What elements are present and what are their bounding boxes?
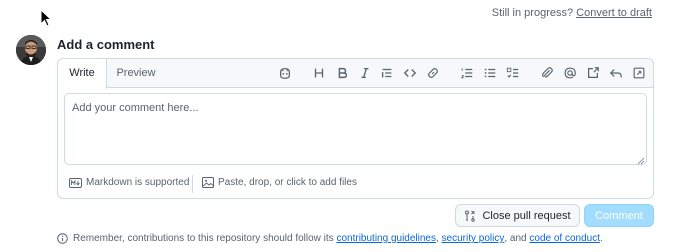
comment-box: Write Preview Add your comment here... M… <box>57 58 654 199</box>
italic-icon[interactable] <box>357 65 373 81</box>
close-pull-request-label: Close pull request <box>482 209 571 222</box>
attach-icon[interactable] <box>539 65 555 81</box>
notice-sep-1: , <box>435 233 439 244</box>
convert-to-draft-link[interactable]: Convert to draft <box>576 7 652 19</box>
close-pull-request-button[interactable]: Close pull request <box>455 204 580 227</box>
comment-button[interactable]: Comment <box>584 204 654 227</box>
quote-icon[interactable] <box>379 65 395 81</box>
markdown-note-text: Markdown is supported <box>86 177 190 188</box>
numbered-list-icon[interactable] <box>459 65 475 81</box>
markdown-note[interactable]: Markdown is supported <box>69 177 189 188</box>
footer-divider <box>192 175 193 193</box>
draft-prompt: Still in progress? Convert to draft <box>492 7 652 19</box>
contributing-guidelines-link[interactable]: contributing guidelines <box>336 233 436 244</box>
mention-icon[interactable] <box>562 65 578 81</box>
info-icon <box>57 233 68 244</box>
image-icon <box>202 177 214 188</box>
resize-grip-icon[interactable] <box>637 157 645 165</box>
attach-files-note[interactable]: Paste, drop, or click to add files <box>202 177 357 188</box>
comment-heading: Add a comment <box>57 37 155 52</box>
notice-end: . <box>600 233 603 244</box>
comment-textarea[interactable] <box>64 93 647 165</box>
avatar-image <box>16 35 46 65</box>
code-icon[interactable] <box>402 65 418 81</box>
notice-text: Remember, contributions to this reposito… <box>73 233 334 244</box>
security-policy-link[interactable]: security policy <box>442 233 505 244</box>
heading-icon[interactable] <box>311 65 327 81</box>
tab-preview[interactable]: Preview <box>107 59 165 88</box>
attach-files-text: Paste, drop, or click to add files <box>218 177 357 188</box>
unordered-list-icon[interactable] <box>482 65 498 81</box>
saved-reply-icon[interactable] <box>608 65 624 81</box>
pull-request-closed-icon <box>465 210 476 222</box>
code-of-conduct-link[interactable]: code of conduct <box>529 233 600 244</box>
copilot-icon[interactable] <box>277 65 293 81</box>
draft-prompt-text: Still in progress? <box>491 7 574 19</box>
link-icon[interactable] <box>425 65 441 81</box>
fullscreen-icon[interactable] <box>631 65 647 81</box>
mouse-cursor-icon <box>40 9 52 27</box>
comment-footer: Markdown is supported Paste, drop, or cl… <box>58 171 653 198</box>
reference-icon[interactable] <box>585 65 601 81</box>
contribution-notice: Remember, contributions to this reposito… <box>57 233 603 244</box>
avatar[interactable] <box>16 35 46 65</box>
task-list-icon[interactable] <box>505 65 521 81</box>
notice-sep-2: , and <box>504 233 527 244</box>
tab-write[interactable]: Write <box>58 59 107 89</box>
markdown-icon <box>69 177 82 188</box>
bold-icon[interactable] <box>334 65 350 81</box>
comment-tabbar: Write Preview <box>58 59 653 89</box>
